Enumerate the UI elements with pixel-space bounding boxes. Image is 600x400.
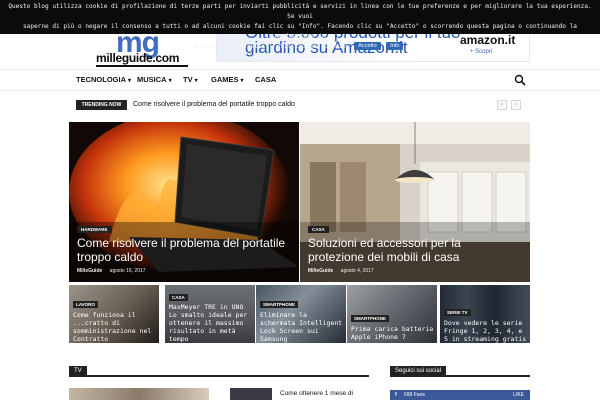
tv-post-thumbnail[interactable] bbox=[69, 388, 209, 400]
trending-label: TRENDING NOW bbox=[76, 100, 127, 110]
small-post-tag[interactable]: SMARTPHONE bbox=[351, 315, 390, 322]
feature-card-hardware[interactable]: HARDWARE Come risolvere il problema del … bbox=[69, 122, 299, 282]
feature-author[interactable]: MilleGuide bbox=[77, 268, 102, 274]
nav-item-label: TECNOLOGIA bbox=[76, 75, 126, 84]
feature-card-casa[interactable]: CASA Soluzioni ed accessori per la prote… bbox=[300, 122, 530, 282]
small-post-card-lavoro[interactable]: LAVORO Come funziona il ...cratto di som… bbox=[69, 285, 159, 343]
section-header-social: Seguici sui social bbox=[390, 366, 530, 377]
cookie-banner: Questo blog utilizza cookie di profilazi… bbox=[0, 0, 600, 50]
small-post-tag[interactable]: LAVORO bbox=[73, 301, 98, 308]
main-nav: TECNOLOGIA ▾ MUSICA ▾ TV ▾ GAMES ▾ CASA bbox=[0, 69, 600, 91]
chevron-down-icon: ▾ bbox=[240, 78, 244, 84]
small-post-card-smartphone-iphone[interactable]: SMARTPHONE Prima carica batteria Apple i… bbox=[347, 285, 437, 343]
feature-date: agosto 4, 2017 bbox=[340, 268, 374, 274]
nav-item-casa[interactable]: CASA bbox=[255, 75, 276, 84]
section-title-social: Seguici sui social bbox=[390, 366, 447, 377]
section-header-tv: TV bbox=[69, 366, 369, 377]
feature-date: agosto 16, 2017 bbox=[109, 268, 146, 274]
cookie-text-line-3-text: altro modo, accetti l'utilizzo dei cooki… bbox=[195, 43, 350, 50]
tv-post-title[interactable]: Come ottenere 1 mese di bbox=[280, 390, 353, 397]
feature-author[interactable]: MilleGuide bbox=[308, 268, 333, 274]
small-post-card-serie-tv[interactable]: SERIE TV Dove vedere le serie Fringe 1, … bbox=[440, 285, 530, 343]
small-post-tag[interactable]: SMARTPHONE bbox=[260, 301, 299, 308]
small-post-card-casa[interactable]: CASA MaxMeyer TRE in UNO Lo smalto ideal… bbox=[165, 285, 255, 343]
trending-link[interactable]: Come risolvere il problema del portatile… bbox=[133, 100, 295, 110]
small-post-title[interactable]: Dove vedere le serie Fringe 1, 2, 3, 4, … bbox=[444, 319, 530, 343]
chevron-down-icon: ▾ bbox=[128, 78, 132, 84]
facebook-fans: 699 Fans bbox=[404, 392, 425, 398]
nav-item-label: CASA bbox=[255, 75, 277, 84]
cookie-text-line-2: saperne di più o negare il consenso a tu… bbox=[23, 23, 577, 40]
feature-tag[interactable]: CASA bbox=[308, 226, 329, 233]
cookie-info-button[interactable]: Info bbox=[386, 42, 404, 50]
cookie-text-line-3: altro modo, accetti l'utilizzo dei cooki… bbox=[6, 42, 594, 52]
feature-meta: MilleGuide agosto 4, 2017 bbox=[308, 268, 374, 274]
nav-item-label: MUSICA bbox=[137, 75, 167, 84]
chevron-left-icon[interactable]: ‹ bbox=[497, 100, 507, 110]
feature-title[interactable]: Soluzioni ed accessori per la protezione… bbox=[308, 236, 518, 264]
small-post-title[interactable]: Prima carica batteria Apple iPhone 7 bbox=[351, 325, 437, 341]
facebook-icon: f bbox=[395, 392, 397, 398]
small-post-title[interactable]: Come funziona il ...cratto di somministr… bbox=[73, 311, 159, 343]
cookie-accept-button[interactable]: Accetto bbox=[354, 42, 381, 50]
nav-item-musica[interactable]: MUSICA ▾ bbox=[137, 75, 172, 84]
chevron-down-icon: ▾ bbox=[194, 78, 198, 84]
feature-meta: MilleGuide agosto 16, 2017 bbox=[77, 268, 146, 274]
cookie-text-line-1: Questo blog utilizza cookie di profilazi… bbox=[8, 3, 592, 20]
chevron-right-icon[interactable]: › bbox=[511, 100, 521, 110]
section-title-tv[interactable]: TV bbox=[69, 366, 87, 377]
feature-tag[interactable]: HARDWARE bbox=[77, 226, 112, 233]
facebook-fans-counter[interactable]: f 699 Fans LIKE bbox=[390, 390, 530, 400]
nav-item-label: GAMES bbox=[211, 75, 239, 84]
feature-title[interactable]: Come risolvere il problema del portatile… bbox=[77, 236, 287, 264]
small-post-title[interactable]: Eliminare la schermata Intelligent Lock … bbox=[260, 311, 346, 343]
small-post-title[interactable]: MaxMeyer TRE in UNO Lo smalto ideale per… bbox=[169, 303, 255, 343]
facebook-like-button[interactable]: LIKE bbox=[513, 390, 524, 400]
small-post-tag[interactable]: CASA bbox=[169, 294, 188, 301]
small-post-tag[interactable]: SERIE TV bbox=[444, 309, 471, 316]
nav-item-tecnologia[interactable]: TECNOLOGIA ▾ bbox=[76, 75, 131, 84]
nav-item-tv[interactable]: TV ▾ bbox=[183, 75, 198, 84]
search-icon[interactable] bbox=[514, 74, 526, 86]
logo-underline bbox=[96, 65, 188, 67]
nav-item-label: TV bbox=[183, 75, 193, 84]
logo-text: milleguide.com bbox=[96, 51, 180, 65]
chevron-down-icon: ▾ bbox=[168, 78, 172, 84]
nav-item-games[interactable]: GAMES ▾ bbox=[211, 75, 244, 84]
tv-post-thumbnail-small[interactable] bbox=[230, 388, 272, 400]
small-post-card-smartphone-samsung[interactable]: SMARTPHONE Eliminare la schermata Intell… bbox=[256, 285, 346, 343]
